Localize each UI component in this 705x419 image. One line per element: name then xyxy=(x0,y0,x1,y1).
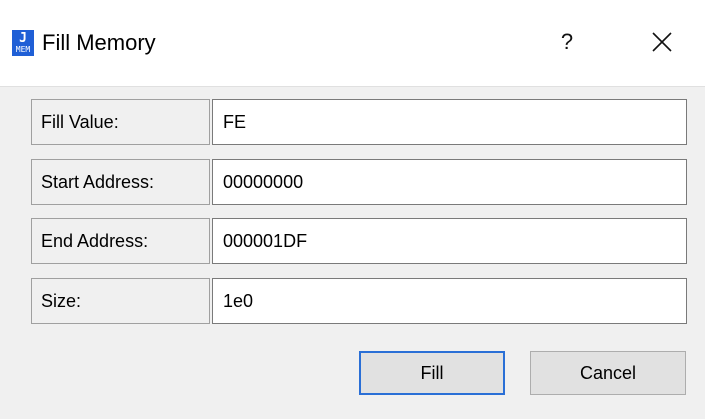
size-row: Size: xyxy=(31,278,687,324)
fill-value-row: Fill Value: xyxy=(31,99,687,145)
size-label: Size: xyxy=(31,278,210,324)
help-button[interactable]: ? xyxy=(552,24,582,60)
start-address-input[interactable] xyxy=(212,159,687,205)
fill-memory-dialog: J MEM Fill Memory ? Fill Value: Start Ad… xyxy=(0,0,705,419)
size-input[interactable] xyxy=(212,278,687,324)
fill-value-input[interactable] xyxy=(212,99,687,145)
app-icon-subtext: MEM xyxy=(15,45,31,54)
close-icon xyxy=(652,32,672,52)
start-address-row: Start Address: xyxy=(31,159,687,205)
end-address-input[interactable] xyxy=(212,218,687,264)
end-address-label: End Address: xyxy=(31,218,210,264)
dialog-content: Fill Value: Start Address: End Address: … xyxy=(0,86,705,419)
title-bar[interactable]: J MEM Fill Memory ? xyxy=(0,0,705,86)
end-address-row: End Address: xyxy=(31,218,687,264)
cancel-button[interactable]: Cancel xyxy=(530,351,686,395)
start-address-label: Start Address: xyxy=(31,159,210,205)
fill-value-label: Fill Value: xyxy=(31,99,210,145)
app-icon-letter: J xyxy=(19,31,27,46)
fill-button[interactable]: Fill xyxy=(359,351,505,395)
window-title: Fill Memory xyxy=(42,30,156,55)
jmem-app-icon: J MEM xyxy=(12,30,34,56)
close-button[interactable] xyxy=(644,22,680,62)
